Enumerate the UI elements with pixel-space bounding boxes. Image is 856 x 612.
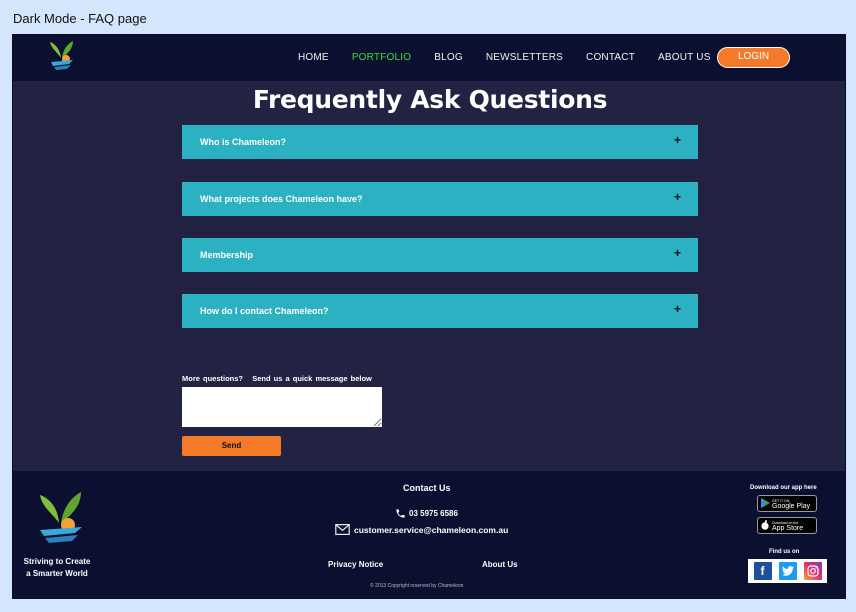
faq-item-membership[interactable]: Membership + — [182, 238, 698, 272]
about-us-link[interactable]: About Us — [482, 560, 518, 569]
mail-icon — [335, 524, 350, 535]
nav-contact[interactable]: CONTACT — [586, 52, 635, 63]
find-us-label: Find us on — [769, 549, 800, 555]
send-button[interactable]: Send — [182, 436, 281, 456]
nav-links: HOME PORTFOLIO BLOG NEWSLETTERS CONTACT … — [298, 52, 734, 63]
app-store-button[interactable]: Download on the App Store — [757, 517, 817, 534]
chameleon-logo[interactable] — [47, 38, 77, 72]
page-caption: Dark Mode - FAQ page — [13, 11, 147, 26]
facebook-icon[interactable]: f — [753, 562, 772, 580]
copyright: © 2013 Copyright reserved by Chameleon — [370, 583, 464, 589]
footer: Striving to Create a Smarter World Conta… — [13, 471, 845, 598]
contact-title: Contact Us — [403, 483, 451, 493]
chameleon-logo-footer — [40, 492, 82, 543]
phone-row: 03 5975 6586 — [395, 508, 458, 519]
faq-item-contact[interactable]: How do I contact Chameleon? + — [182, 294, 698, 328]
faq-question: Membership — [200, 250, 254, 260]
tagline-line1: Striving to Create — [23, 557, 91, 566]
email-address[interactable]: customer.service@chameleon.com.au — [354, 525, 508, 535]
app-store-big: App Store — [772, 524, 804, 532]
google-play-button[interactable]: GET IT ON Google Play — [757, 495, 817, 512]
login-button[interactable]: LOGIN — [717, 47, 790, 68]
phone-icon — [396, 509, 405, 518]
faq-question: How do I contact Chameleon? — [200, 306, 329, 316]
app-frame: HOME PORTFOLIO BLOG NEWSLETTERS CONTACT … — [12, 34, 846, 599]
nav-about-us[interactable]: ABOUT US — [658, 52, 711, 63]
apple-icon — [758, 519, 772, 532]
phone-number[interactable]: 03 5975 6586 — [409, 509, 458, 518]
faq-question: What projects does Chameleon have? — [200, 194, 363, 204]
social-links: f — [748, 559, 827, 583]
email-row: customer.service@chameleon.com.au — [335, 524, 508, 535]
nav-portfolio[interactable]: PORTFOLIO — [352, 52, 411, 63]
expand-icon[interactable]: + — [674, 190, 681, 204]
expand-icon[interactable]: + — [674, 302, 681, 316]
instagram-icon[interactable] — [803, 562, 822, 580]
expand-icon[interactable]: + — [674, 133, 681, 147]
privacy-notice-link[interactable]: Privacy Notice — [328, 560, 383, 569]
message-label: More questions? Send us a quick message … — [182, 374, 372, 383]
faq-title: Frequently Ask Questions — [252, 85, 608, 114]
expand-icon[interactable]: + — [674, 246, 681, 260]
message-input[interactable] — [182, 387, 382, 427]
tagline: Striving to Create a Smarter World — [17, 556, 97, 580]
google-play-icon — [758, 497, 772, 510]
faq-item-projects[interactable]: What projects does Chameleon have? + — [182, 182, 698, 216]
faq-question: Who is Chameleon? — [200, 137, 287, 147]
tagline-line2: a Smarter World — [26, 569, 88, 578]
nav-blog[interactable]: BLOG — [434, 52, 463, 63]
download-label: Download our app here — [750, 485, 817, 491]
faq-item-who-is[interactable]: Who is Chameleon? + — [182, 125, 698, 159]
top-nav: HOME PORTFOLIO BLOG NEWSLETTERS CONTACT … — [13, 35, 845, 81]
nav-newsletters[interactable]: NEWSLETTERS — [486, 52, 563, 63]
nav-home[interactable]: HOME — [298, 52, 329, 63]
twitter-icon[interactable] — [778, 562, 797, 580]
google-play-big: Google Play — [772, 502, 811, 510]
